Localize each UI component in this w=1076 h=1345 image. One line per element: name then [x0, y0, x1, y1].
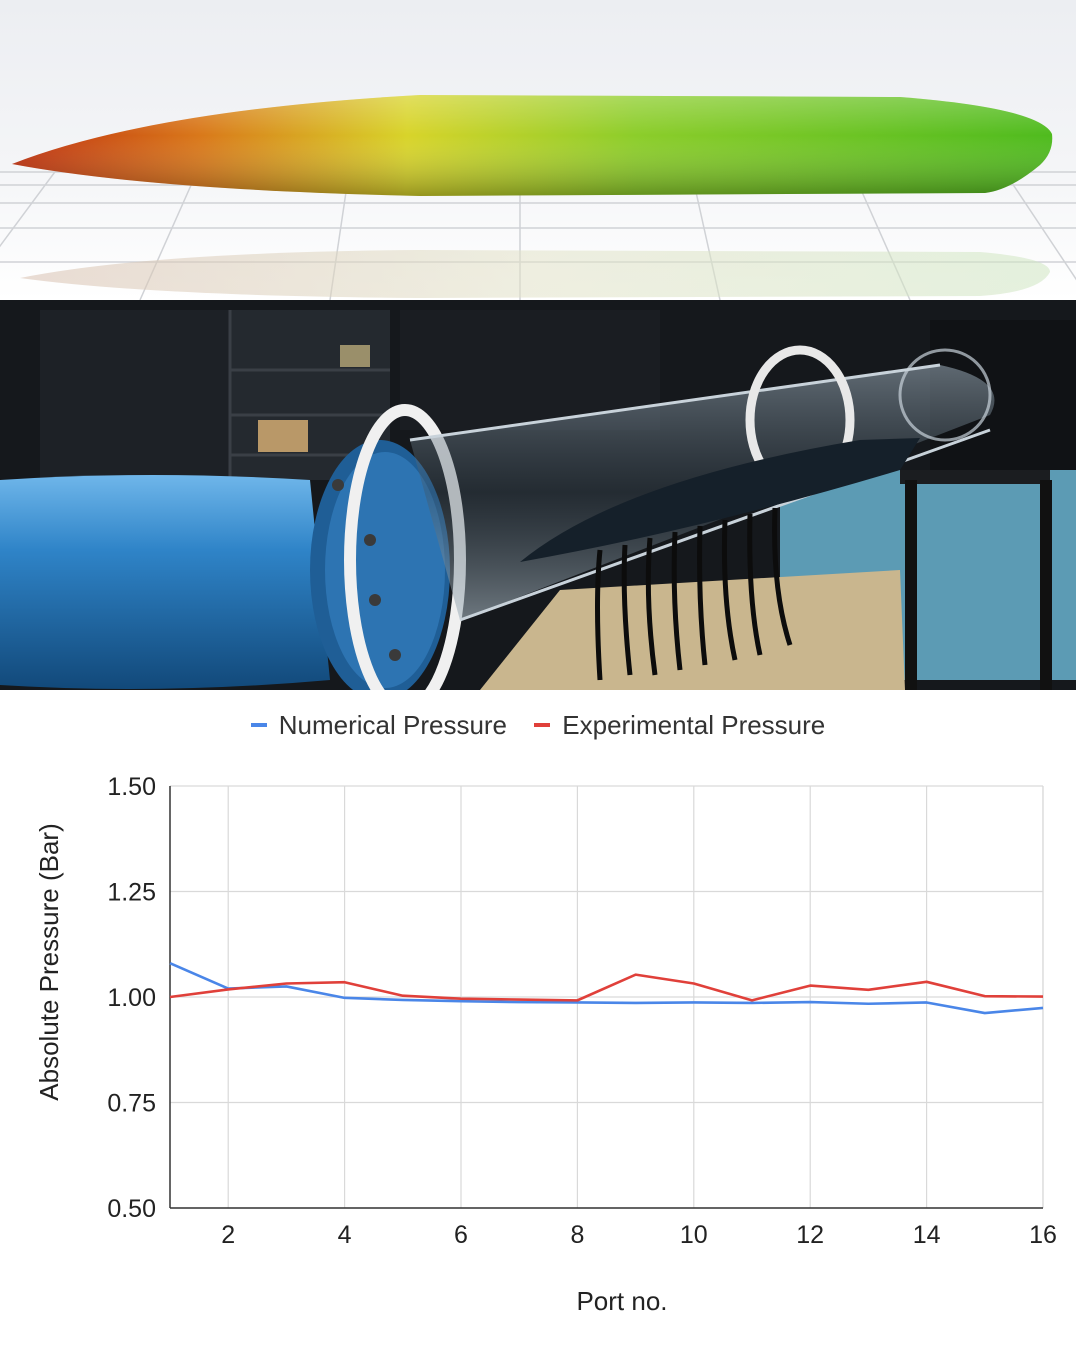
- series-lines: [169, 962, 1044, 1015]
- x-tick-label: 10: [680, 1221, 708, 1249]
- cfd-render-image: [0, 0, 1076, 300]
- tick-labels: 0.50 0.75 1.00 1.25 1.50 2 4 6 8 10 12 14 16: [107, 773, 1057, 1249]
- legend-label-numerical: Numerical Pressure: [278, 710, 508, 740]
- chart-plot-area: 0.50 0.75 1.00 1.25 1.50 2 4 6 8 10 12 14 16 Port no…: [34, 773, 1057, 1316]
- chart-legend: Numerical Pressure Experimental Pressure: [0, 710, 1076, 741]
- experimental-setup-photo: [0, 300, 1076, 690]
- y-tick-label: 1.25: [107, 879, 156, 907]
- grid-lines: [170, 785, 1044, 1209]
- legend-swatch-numerical: [250, 723, 267, 728]
- legend-label-experimental: Experimental Pressure: [562, 710, 826, 740]
- legend-item-numerical: Numerical Pressure: [250, 710, 508, 741]
- y-tick-label: 0.50: [107, 1195, 156, 1223]
- x-tick-label: 2: [221, 1221, 235, 1249]
- y-tick-label: 1.00: [107, 984, 156, 1012]
- x-tick-label: 12: [796, 1221, 824, 1249]
- y-axis-label: Absolute Pressure (Bar): [34, 823, 64, 1100]
- legend-swatch-experimental: [534, 723, 551, 728]
- x-tick-label: 16: [1029, 1221, 1057, 1249]
- x-axis-label: Port no.: [576, 1286, 667, 1316]
- setup-illustration: [0, 300, 1076, 690]
- x-tick-label: 14: [913, 1221, 941, 1249]
- pressure-chart: Numerical Pressure Experimental Pressure…: [0, 690, 1076, 1345]
- x-tick-label: 8: [570, 1221, 584, 1249]
- legend-item-experimental: Experimental Pressure: [534, 710, 825, 741]
- y-tick-label: 0.75: [107, 1090, 156, 1118]
- x-tick-label: 4: [338, 1221, 352, 1249]
- cfd-render-panel: [0, 0, 1076, 300]
- x-tick-label: 6: [454, 1221, 468, 1249]
- y-tick-label: 1.50: [107, 773, 156, 801]
